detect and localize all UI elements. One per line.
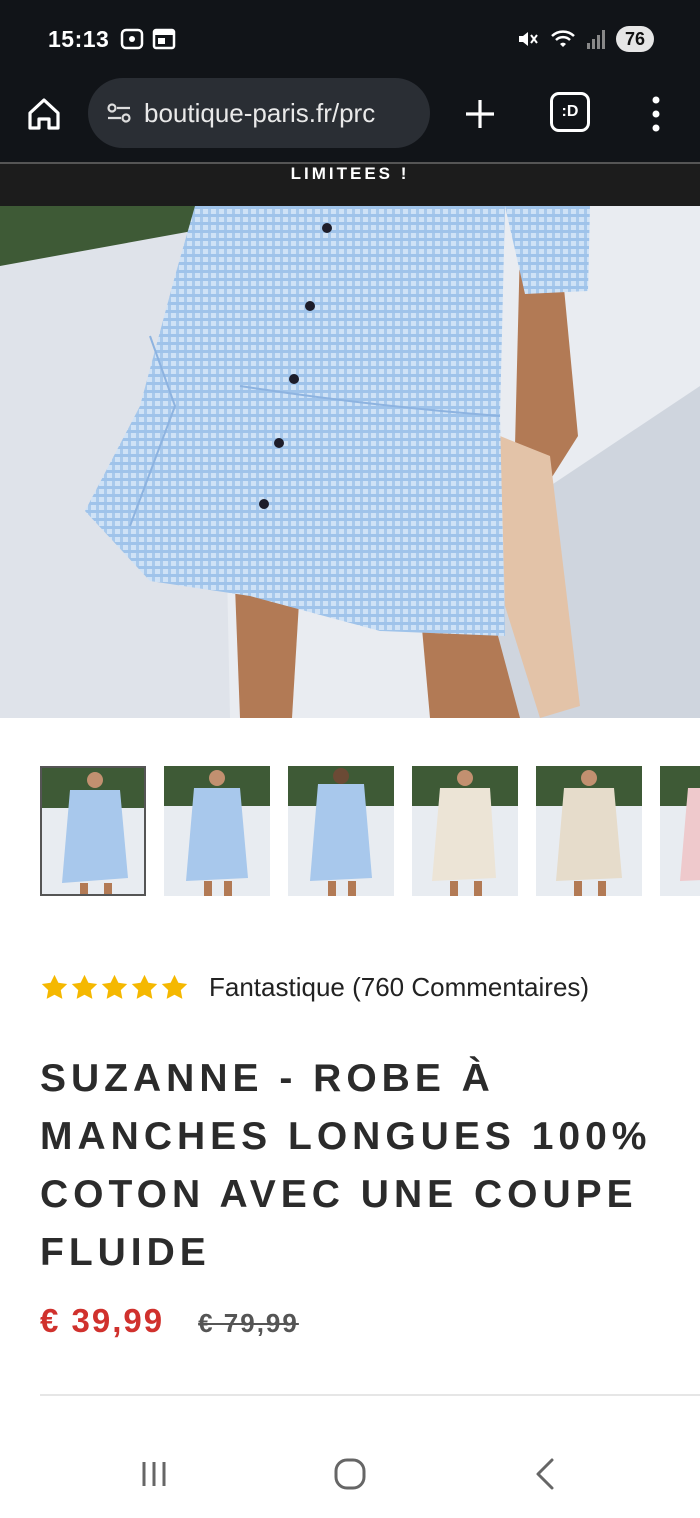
address-bar[interactable]: boutique-paris.fr/prc [88, 78, 430, 148]
dress-photo [0, 206, 700, 718]
star-icon [131, 974, 158, 999]
thumbnail-6[interactable] [660, 766, 700, 896]
more-menu-icon[interactable] [642, 92, 670, 136]
star-icon [41, 974, 68, 999]
home-icon[interactable] [22, 92, 66, 136]
thumbnail-4[interactable] [412, 766, 518, 896]
url-text[interactable]: boutique-paris.fr/prc [144, 98, 375, 129]
back-icon[interactable] [524, 1452, 568, 1496]
star-icon [71, 974, 98, 999]
divider [40, 1394, 700, 1396]
home-circle-icon[interactable] [328, 1452, 372, 1496]
original-price: € 79,99 [198, 1308, 299, 1338]
thumbnail-3[interactable] [288, 766, 394, 896]
wifi-icon [551, 30, 575, 47]
site-settings-icon[interactable] [106, 101, 132, 125]
announcement-banner: LIMITEES ! [0, 162, 700, 206]
status-time: 15:13 [48, 26, 110, 52]
battery-indicator: 76 [615, 26, 654, 52]
rating-stars [40, 973, 189, 1002]
thumbnail-gallery [40, 766, 700, 898]
status-bar: 15:13 76 [0, 0, 700, 78]
star-icon [161, 974, 188, 999]
announcement-text: LIMITEES ! [290, 164, 410, 183]
new-tab-icon[interactable] [458, 92, 502, 136]
star-icon [101, 974, 128, 999]
mute-icon [518, 32, 538, 46]
product-rating[interactable]: Fantastique (760 Commentaires) [40, 972, 589, 1003]
tab-switcher-label: :D [561, 103, 579, 120]
product-title: SUZANNE - ROBE À MANCHES LONGUES 100% CO… [40, 1057, 652, 1274]
browser-toolbar: boutique-paris.fr/prc :D [0, 78, 700, 162]
thumbnail-1[interactable] [40, 766, 146, 896]
window-icon [152, 28, 176, 50]
system-nav-bar [0, 1430, 700, 1518]
screenshot-icon [120, 28, 144, 50]
rating-label[interactable]: Fantastique (760 Commentaires) [209, 972, 589, 1003]
price-row: € 39,99 € 79,99 [40, 1302, 299, 1340]
thumbnail-2[interactable] [164, 766, 270, 896]
sale-price: € 39,99 [40, 1302, 165, 1339]
product-main-image[interactable] [0, 206, 700, 718]
thumbnail-5[interactable] [536, 766, 642, 896]
recents-icon[interactable] [132, 1452, 176, 1496]
signal-icon [586, 30, 605, 49]
tab-switcher-button[interactable]: :D [550, 92, 590, 132]
